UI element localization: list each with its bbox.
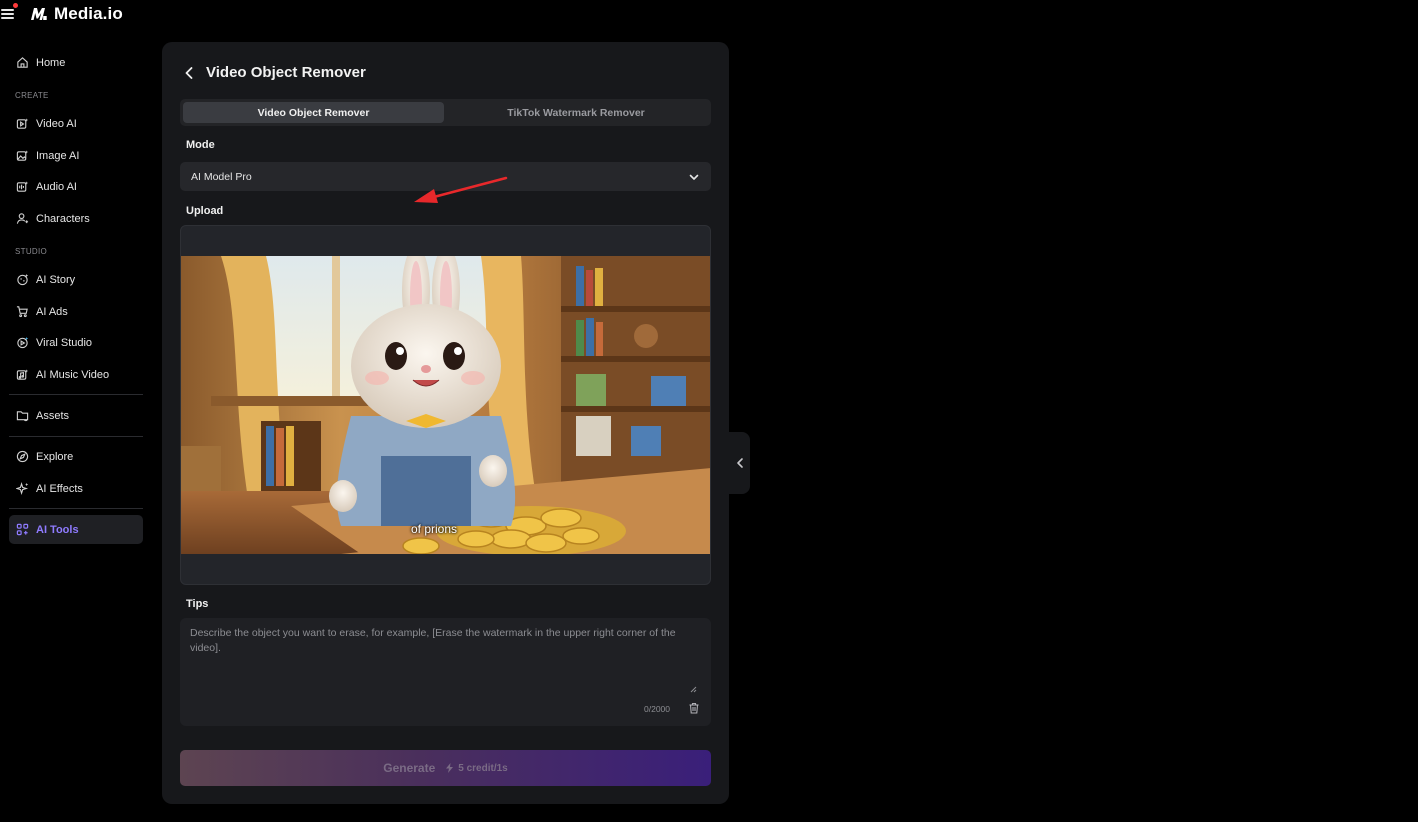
sidebar-item-video-ai[interactable]: Video AI [9,109,143,138]
sidebar-item-label: Audio AI [36,180,77,193]
sidebar-item-label: Video AI [36,117,77,130]
tips-box: 0/2000 [180,618,711,726]
image-ai-icon [16,150,29,161]
credit-cost: 5 credit/1s [445,762,508,774]
video-subtitle: of prions [411,522,458,536]
sidebar-item-ai-effects[interactable]: AI Effects [9,474,143,503]
lightning-icon [446,763,454,773]
sidebar-item-ai-music-video[interactable]: AI Music Video [9,360,143,389]
sidebar-item-assets[interactable]: Assets [9,401,143,430]
panel-header: Video Object Remover [182,64,366,81]
brand-name: Media.io [54,4,123,23]
section-label-create: CREATE [15,91,49,100]
character-icon [16,213,29,224]
mode-select-value: AI Model Pro [191,170,252,183]
sidebar-item-image-ai[interactable]: Image AI [9,141,143,170]
upload-label: Upload [186,205,224,217]
video-frame-image [181,256,710,554]
sidebar-item-label: AI Story [36,273,76,286]
sidebar-divider [9,508,143,509]
sidebar-item-ai-tools[interactable]: AI Tools [9,515,143,544]
sidebar-item-label: Viral Studio [36,336,93,349]
sidebar-item-label: Image AI [36,149,80,162]
sparkle-icon [16,482,29,495]
credit-text: 5 credit/1s [458,762,508,774]
tab-video-object-remover[interactable]: Video Object Remover [183,102,444,123]
character-counter: 0/2000 [644,704,670,714]
sidebar-item-label: AI Ads [36,305,68,318]
section-label-studio: STUDIO [15,247,48,256]
generate-button[interactable]: Generate 5 credit/1s [180,750,711,786]
story-icon [17,273,29,286]
tool-tabs: Video Object Remover TikTok Watermark Re… [180,99,711,126]
annotation-arrow-icon [414,176,508,203]
cart-icon [16,306,28,318]
page-title: Video Object Remover [206,64,366,81]
generate-label: Generate [383,761,436,775]
sidebar-item-ai-ads[interactable]: AI Ads [9,297,143,326]
sidebar-item-characters[interactable]: Characters [9,204,143,233]
sidebar-item-label: AI Effects [36,482,83,495]
audio-ai-icon [16,181,29,192]
collapse-panel-button[interactable] [729,432,750,494]
tips-textarea[interactable] [190,626,690,686]
sidebar-divider [9,436,143,437]
sidebar-item-label: Characters [36,212,90,225]
music-video-icon [16,369,29,380]
sidebar-item-label: Home [36,56,66,69]
viral-icon [17,336,29,349]
trash-icon[interactable] [688,702,700,714]
sidebar-item-label: Explore [36,450,74,463]
sidebar-item-label: AI Music Video [36,368,110,381]
upload-area[interactable]: of prions [180,225,711,585]
video-preview[interactable]: of prions [181,256,710,554]
sidebar-item-label: AI Tools [36,523,79,536]
sidebar-item-home[interactable]: Home [9,48,143,77]
home-icon [17,57,28,68]
sidebar-item-label: Assets [36,409,70,422]
tips-label: Tips [186,598,209,610]
menu-icon[interactable] [1,3,18,20]
back-arrow-icon[interactable] [182,66,196,80]
folder-icon [16,411,29,422]
brand-logo-icon [30,5,48,23]
sidebar-divider [9,394,143,395]
video-ai-icon [16,118,29,129]
sidebar-item-explore[interactable]: Explore [9,442,143,471]
tab-tiktok-watermark-remover[interactable]: TikTok Watermark Remover [444,102,708,123]
sidebar-item-ai-story[interactable]: AI Story [9,265,143,294]
sidebar-item-audio-ai[interactable]: Audio AI [9,172,143,201]
sidebar-item-viral-studio[interactable]: Viral Studio [9,328,143,357]
top-bar: Media.io [0,0,1418,30]
grid-icon [16,523,29,536]
chevron-down-icon [688,171,700,183]
resize-grip-icon[interactable] [689,685,697,693]
mode-label: Mode [186,139,215,151]
compass-icon [16,450,29,463]
notification-dot [13,3,18,8]
tool-panel: Video Object Remover Video Object Remove… [162,42,729,804]
brand[interactable]: Media.io [30,4,123,24]
chevron-left-icon [736,458,743,468]
